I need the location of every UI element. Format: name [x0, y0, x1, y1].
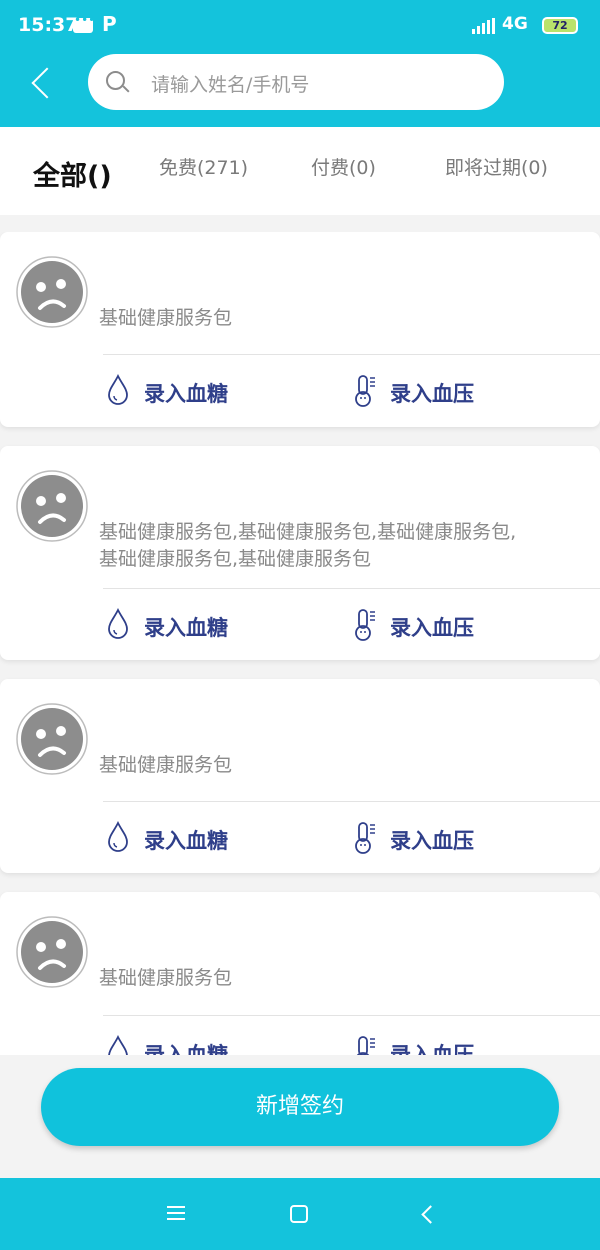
thermometer-icon — [355, 375, 375, 407]
service-package-text: 基础健康服务包,基础健康服务包,基础健康服务包, 基础健康服务包,基础健康服务包 — [99, 521, 517, 570]
status-bar: 15:37 P 4G 72 — [0, 0, 600, 52]
tab-expiring[interactable]: 即将过期(0) — [445, 153, 548, 180]
card-divider — [103, 354, 600, 355]
list-item[interactable]: 基础健康服务包 录入血糖 录入血压 — [0, 679, 600, 873]
thermometer-icon — [355, 822, 375, 854]
thermometer-icon — [355, 609, 375, 641]
battery-icon: 72 — [542, 17, 578, 34]
status-time: 15:37 — [18, 14, 79, 36]
header-bar: 15:37 P 4G 72 请输入姓名/手机号 — [0, 0, 600, 127]
record-blood-sugar-button[interactable]: 录入血糖 — [106, 1033, 266, 1055]
service-package-text: 基础健康服务包 — [99, 967, 233, 989]
card-divider — [103, 1015, 600, 1016]
tab-free[interactable]: 免费(271) — [159, 153, 248, 180]
parking-notification-icon: P — [102, 12, 117, 36]
water-drop-icon — [108, 374, 128, 405]
avatar-icon — [16, 916, 88, 988]
card-divider — [103, 588, 600, 589]
thermometer-icon — [356, 1036, 375, 1055]
search-placeholder: 请输入姓名/手机号 — [151, 74, 310, 96]
network-type: 4G — [502, 14, 528, 34]
tab-paid[interactable]: 付费(0) — [311, 153, 376, 180]
system-nav-bar — [0, 1178, 600, 1250]
record-blood-pressure-button[interactable]: 录入血压 — [352, 819, 512, 859]
service-package-text: 基础健康服务包 — [99, 754, 233, 776]
avatar-icon — [16, 703, 88, 775]
back-button[interactable] — [24, 62, 60, 102]
water-drop-icon — [108, 821, 128, 852]
record-blood-sugar-button[interactable]: 录入血糖 — [106, 372, 266, 412]
water-drop-icon — [108, 1035, 128, 1055]
service-package-text: 基础健康服务包 — [99, 307, 233, 329]
water-drop-icon — [108, 608, 128, 639]
avatar-icon — [16, 256, 88, 328]
search-input[interactable]: 请输入姓名/手机号 — [88, 54, 504, 110]
filter-tabs: 全部() 免费(271) 付费(0) 即将过期(0) — [0, 127, 600, 215]
record-blood-sugar-button[interactable]: 录入血糖 — [106, 819, 266, 859]
message-notification-icon — [73, 13, 95, 33]
list-item[interactable]: 基础健康服务包,基础健康服务包,基础健康服务包, 基础健康服务包,基础健康服务包… — [0, 446, 600, 660]
member-list: 基础健康服务包 录入血糖 录入血压 基础健康服务包,基础健康服务包,基础健康服务… — [0, 232, 600, 1055]
avatar-icon — [16, 470, 88, 542]
record-blood-sugar-button[interactable]: 录入血糖 — [106, 606, 266, 646]
record-blood-pressure-button[interactable]: 录入血压 — [352, 606, 512, 646]
record-blood-pressure-button[interactable]: 录入血压 — [352, 1033, 512, 1055]
list-item[interactable]: 基础健康服务包 录入血糖 录入血压 — [0, 232, 600, 427]
menu-icon[interactable] — [167, 1206, 185, 1221]
home-icon[interactable] — [290, 1205, 308, 1223]
record-blood-pressure-button[interactable]: 录入血压 — [352, 372, 512, 412]
search-icon — [106, 71, 125, 90]
tab-all[interactable]: 全部() — [33, 154, 112, 193]
nav-back-icon[interactable] — [418, 1204, 438, 1224]
list-item[interactable]: 基础健康服务包 录入血糖 录入血压 — [0, 892, 600, 1055]
signal-strength-icon — [472, 18, 496, 34]
card-divider — [103, 801, 600, 802]
new-contract-button[interactable]: 新增签约 — [41, 1068, 559, 1146]
